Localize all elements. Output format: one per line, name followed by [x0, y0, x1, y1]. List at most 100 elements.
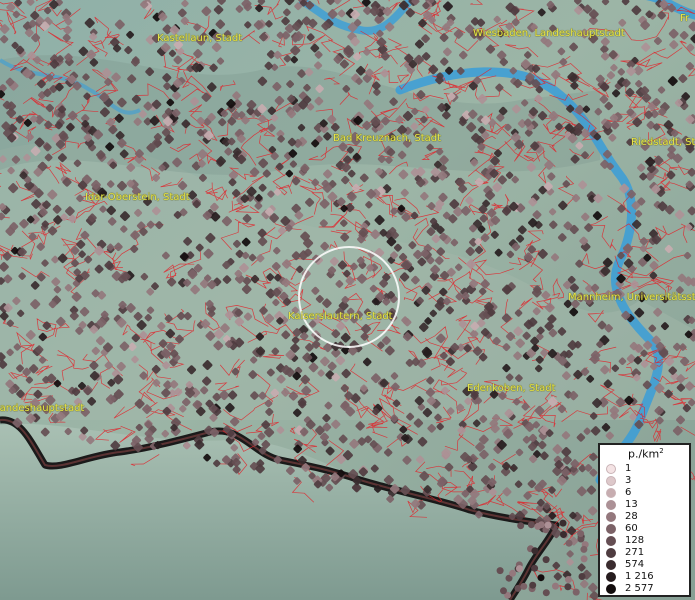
- density-dot: [477, 94, 488, 104]
- density-dot: [552, 561, 561, 570]
- density-dot: [317, 369, 325, 377]
- density-dot: [429, 309, 437, 318]
- density-dot: [228, 178, 237, 187]
- density-dot: [267, 106, 276, 115]
- density-dot: [581, 151, 589, 160]
- density-dot: [370, 464, 379, 473]
- density-dot: [374, 485, 382, 493]
- density-dot: [248, 370, 258, 379]
- legend-title: p./km2: [628, 447, 664, 461]
- density-dot: [653, 155, 664, 166]
- density-dot: [341, 175, 350, 185]
- density-dot: [502, 343, 511, 352]
- density-dot: [632, 219, 642, 230]
- density-dot: [315, 84, 324, 93]
- density-dot: [618, 357, 627, 365]
- density-dot: [395, 115, 404, 124]
- density-dot: [45, 103, 54, 113]
- density-dot: [274, 95, 285, 106]
- density-dot: [459, 50, 468, 60]
- density-dot: [80, 230, 90, 240]
- density-dot: [589, 452, 598, 462]
- density-dot: [588, 506, 598, 516]
- density-dot: [639, 244, 648, 253]
- density-dot: [151, 364, 161, 374]
- density-dot: [140, 272, 149, 281]
- density-dot: [265, 20, 273, 28]
- density-dot: [71, 259, 79, 268]
- density-dot: [250, 274, 260, 284]
- density-dot: [517, 522, 525, 530]
- density-dot: [283, 54, 292, 63]
- density-dot: [578, 180, 588, 190]
- legend-swatch: [606, 535, 616, 546]
- density-dot: [104, 361, 113, 370]
- density-dot: [272, 82, 282, 92]
- density-dot: [323, 169, 333, 179]
- density-dot: [500, 587, 507, 595]
- density-dot: [514, 480, 523, 488]
- density-dot: [549, 220, 558, 229]
- density-dot: [213, 459, 221, 467]
- density-dot: [264, 399, 273, 408]
- density-dot: [105, 142, 115, 152]
- density-dot: [139, 331, 148, 340]
- density-dot: [42, 321, 52, 330]
- density-dot: [560, 531, 567, 538]
- density-dot: [439, 287, 448, 297]
- legend-item: 13: [606, 499, 638, 510]
- density-dot: [676, 415, 685, 425]
- density-dot: [169, 380, 179, 389]
- density-dot: [209, 63, 218, 72]
- density-dot: [416, 90, 426, 100]
- density-dot: [474, 245, 484, 255]
- density-dot: [25, 133, 34, 141]
- density-dot: [420, 115, 428, 124]
- density-dot: [131, 355, 139, 364]
- density-dot: [161, 430, 169, 438]
- density-dot: [576, 433, 586, 442]
- density-dot: [414, 396, 425, 406]
- density-dot: [419, 471, 430, 481]
- density-dot: [337, 9, 346, 18]
- density-dot: [400, 188, 409, 197]
- legend-item: 574: [606, 559, 644, 570]
- density-dot: [439, 33, 449, 42]
- density-dot: [463, 344, 472, 353]
- density-dot: [18, 272, 26, 280]
- density-dot: [120, 225, 128, 233]
- density-dot: [629, 413, 637, 421]
- density-dot: [198, 173, 207, 182]
- density-dot: [190, 97, 199, 106]
- density-dot: [402, 455, 412, 465]
- density-dot: [653, 37, 662, 45]
- density-dot: [687, 206, 695, 216]
- density-dot: [535, 355, 544, 364]
- density-dot: [588, 582, 598, 593]
- density-dot: [657, 11, 666, 20]
- density-dot: [273, 455, 282, 464]
- density-dot: [232, 91, 241, 100]
- density-dot: [589, 412, 598, 420]
- density-dot: [464, 397, 472, 405]
- density-dot: [488, 463, 496, 471]
- population-density-map[interactable]: Kastellaun, Stadt Wiesbaden, Landeshaupt…: [0, 0, 695, 600]
- density-dot: [324, 401, 333, 410]
- density-dot: [172, 157, 182, 168]
- density-dot: [569, 42, 578, 52]
- density-dot: [314, 61, 323, 70]
- density-dot: [26, 0, 35, 6]
- density-dot: [207, 82, 217, 92]
- density-dot: [23, 153, 31, 162]
- density-dot: [173, 55, 183, 65]
- density-dot: [547, 396, 558, 407]
- density-dot: [3, 274, 13, 284]
- density-dot: [553, 572, 562, 581]
- density-dot: [566, 104, 575, 113]
- density-dot: [36, 242, 45, 251]
- density-dot: [455, 263, 463, 271]
- density-dot: [84, 255, 93, 264]
- density-dot: [286, 466, 295, 476]
- density-dot: [57, 253, 68, 264]
- density-dot: [47, 226, 58, 236]
